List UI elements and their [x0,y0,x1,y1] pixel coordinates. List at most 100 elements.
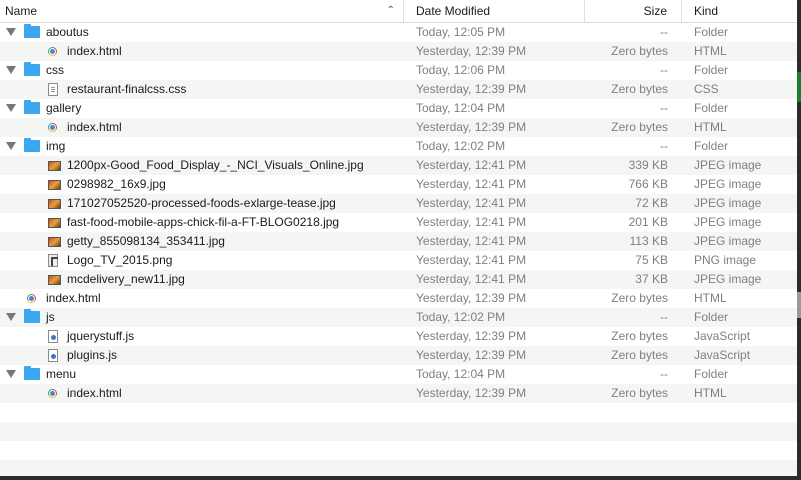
jpeg-thumbnail-icon [48,275,61,285]
folder-row[interactable]: img Today, 12:02 PM -- Folder [0,137,797,156]
file-name: menu [46,367,77,381]
folder-row[interactable]: aboutus Today, 12:05 PM -- Folder [0,23,797,42]
file-row[interactable]: plugins.js Yesterday, 12:39 PM Zero bytes J… [0,346,797,365]
disclosure-triangle-icon[interactable] [6,370,16,378]
file-size: Zero bytes [611,386,668,400]
file-size: Zero bytes [611,348,668,362]
file-kind: HTML [694,120,727,134]
file-name: js [46,310,55,324]
jpeg-thumbnail-icon [48,199,61,209]
date-modified: Yesterday, 12:41 PM [416,234,527,248]
date-modified: Yesterday, 12:39 PM [416,82,527,96]
file-name: img [46,139,66,153]
file-name: 171027052520-processed-foods-exlarge-tea… [67,196,336,210]
file-size: -- [660,310,668,324]
size-column-label: Size [643,4,667,18]
file-size: Zero bytes [611,82,668,96]
file-row[interactable]: restaurant-finalcss.css Yesterday, 12:39 … [0,80,797,99]
date-modified: Yesterday, 12:41 PM [416,177,527,191]
date-modified: Today, 12:05 PM [416,25,506,39]
date-modified: Today, 12:02 PM [416,310,506,324]
date-modified: Today, 12:06 PM [416,63,506,77]
file-kind: Folder [694,101,729,115]
file-name: mcdelivery_new11.jpg [67,272,185,286]
vertical-scrollbar[interactable] [789,23,795,476]
file-kind: HTML [694,386,727,400]
file-row[interactable]: mcdelivery_new11.jpg Yesterday, 12:41 PM 3… [0,270,797,289]
file-row[interactable]: index.html Yesterday, 12:39 PM Zero bytes H… [0,118,797,137]
file-row[interactable]: 171027052520-processed-foods-exlarge-tea… [0,194,797,213]
jpeg-thumbnail-icon [48,161,61,171]
jpeg-thumbnail-icon [48,218,61,228]
file-kind: HTML [694,291,727,305]
file-size: 75 KB [635,253,668,267]
disclosure-triangle-icon[interactable] [6,66,16,74]
file-size: Zero bytes [611,291,668,305]
folder-row[interactable]: menu Today, 12:04 PM -- Folder [0,365,797,384]
file-kind: Folder [694,139,729,153]
name-column-label: Name [5,4,38,18]
file-kind: Folder [694,310,729,324]
disclosure-triangle-icon[interactable] [6,142,16,150]
folder-icon [24,24,40,38]
file-row[interactable]: index.html Yesterday, 12:39 PM Zero bytes H… [0,42,797,61]
file-name: gallery [46,101,82,115]
size-column-header[interactable]: Size [586,0,682,22]
background-window-edge [797,72,801,102]
date-column-label: Date Modified [416,4,491,18]
file-row[interactable]: jquerystuff.js Yesterday, 12:39 PM Zero by… [0,327,797,346]
jpeg-thumbnail-icon [48,180,61,190]
kind-column-label: Kind [694,4,719,18]
file-name: css [46,63,64,77]
file-kind: HTML [694,44,727,58]
disclosure-triangle-icon[interactable] [6,313,16,321]
file-name: Logo_TV_2015.png [67,253,173,267]
file-name: index.html [67,386,122,400]
file-size: 37 KB [635,272,668,286]
folder-row[interactable]: css Today, 12:06 PM -- Folder [0,61,797,80]
file-row[interactable]: 0298982_16x9.jpg Yesterday, 12:41 PM 766 K… [0,175,797,194]
file-kind: JPEG image [694,196,762,210]
file-row[interactable]: getty_855098134_353411.jpg Yesterday, 12:… [0,232,797,251]
kind-column-header[interactable]: Kind [683,0,797,22]
css-file-icon [48,83,58,96]
chrome-icon [48,123,57,132]
file-name: getty_855098134_353411.jpg [67,234,225,248]
disclosure-triangle-icon[interactable] [6,28,16,36]
empty-row [0,460,797,476]
empty-row [0,441,797,460]
date-modified-column-header[interactable]: Date Modified [405,0,585,22]
file-size: -- [660,139,668,153]
folder-row[interactable]: gallery Today, 12:04 PM -- Folder [0,99,797,118]
file-name: restaurant-finalcss.css [67,82,187,96]
folder-icon [24,100,40,114]
file-row[interactable]: index.html Yesterday, 12:39 PM Zero bytes H… [0,289,797,308]
column-header-bar: Name ⌃ Date Modified Size Kind [0,0,797,23]
file-kind: Folder [694,63,729,77]
disclosure-triangle-icon[interactable] [6,104,16,112]
folder-icon [24,138,40,152]
empty-row [0,422,797,441]
file-kind: CSS [694,82,719,96]
sort-ascending-icon: ⌃ [386,5,395,16]
date-modified: Today, 12:04 PM [416,367,506,381]
file-size: 113 KB [629,234,668,248]
file-row[interactable]: index.html Yesterday, 12:39 PM Zero bytes H… [0,384,797,403]
date-modified: Yesterday, 12:39 PM [416,329,527,343]
name-column-header[interactable]: Name ⌃ [0,0,404,22]
file-kind: Folder [694,25,729,39]
file-name: jquerystuff.js [67,329,135,343]
file-name: aboutus [46,25,89,39]
file-size: -- [660,367,668,381]
file-name: fast-food-mobile-apps-chick-fil-a-FT-BLO… [67,215,340,229]
file-kind: JavaScript [694,329,751,343]
jpeg-thumbnail-icon [48,237,61,247]
js-file-icon [48,349,58,362]
file-row[interactable]: fast-food-mobile-apps-chick-fil-a-FT-BLO… [0,213,797,232]
chrome-icon [48,389,57,398]
folder-row[interactable]: js Today, 12:02 PM -- Folder [0,308,797,327]
file-row[interactable]: Logo_TV_2015.png Yesterday, 12:41 PM 75 KB… [0,251,797,270]
file-kind: JPEG image [694,272,762,286]
file-row[interactable]: 1200px-Good_Food_Display_-_NCI_Visuals_O… [0,156,797,175]
file-size: Zero bytes [611,120,668,134]
